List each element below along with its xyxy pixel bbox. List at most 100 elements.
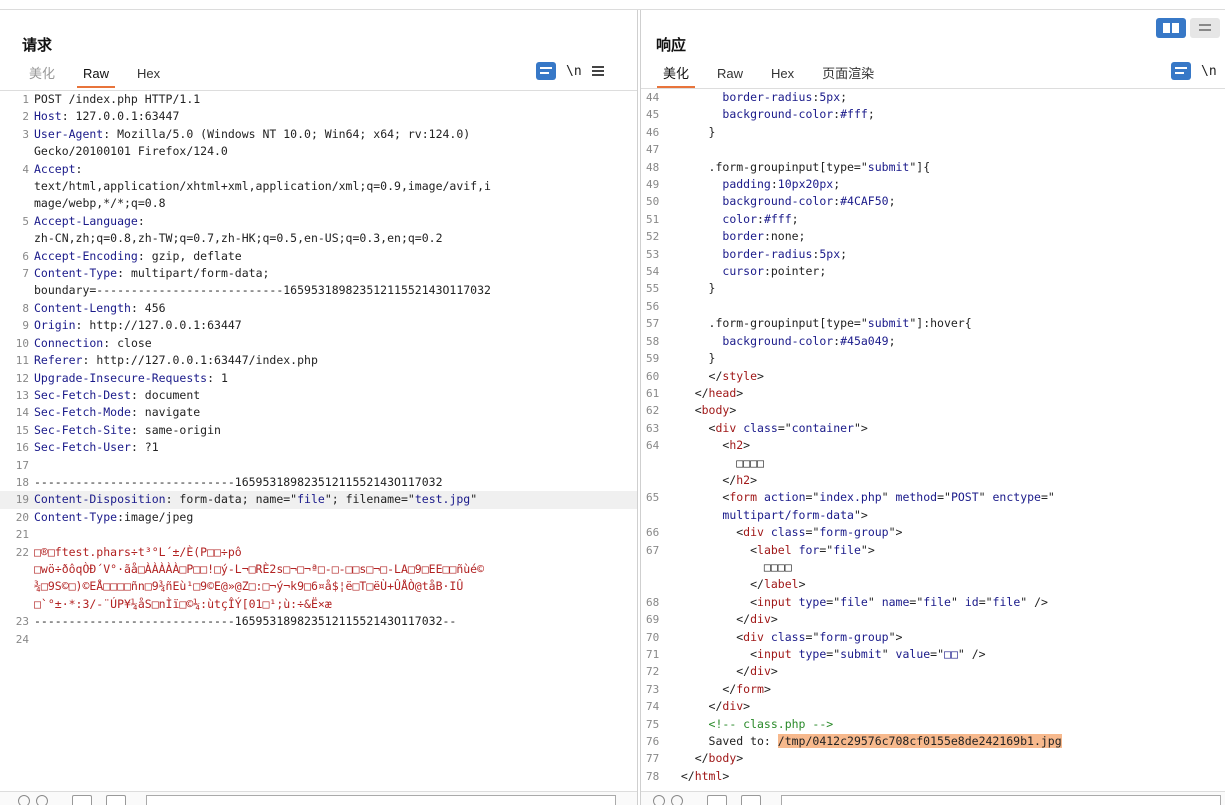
code-token: :image/jpeg: [117, 509, 194, 524]
code-token: □□□□: [667, 455, 764, 470]
code-line: 61 </head>: [641, 385, 1225, 402]
line-number: [641, 472, 667, 489]
top-strip: [0, 0, 1225, 10]
code-line: 71 <input type="submit" value="□□" />: [641, 646, 1225, 663]
line-code: Content-Type:image/jpeg: [34, 509, 193, 526]
code-line: 45 background-color:#fff;: [641, 106, 1225, 123]
show-newlines-button[interactable]: \n: [566, 64, 582, 79]
code-line: □wö÷ðôqÒÐ´V°·ãå□ÀÀÀÀÀ□P□□!□ý-L¬□RÈ2s□¬□¬…: [0, 561, 637, 578]
code-token: form: [729, 490, 758, 505]
line-code: <body>: [667, 402, 737, 419]
side-by-side-layout-icon[interactable]: [1156, 18, 1186, 38]
code-token: ">: [853, 507, 868, 522]
line-code: Accept-Encoding: gzip, deflate: [34, 248, 242, 265]
code-token: }: [667, 281, 716, 296]
code-line: zh-CN,zh;q=0.8,zh-TW;q=0.7,zh-HK;q=0.5,e…: [0, 230, 637, 247]
code-token: h2: [729, 438, 744, 453]
line-code: <form action="index.php" method="POST" e…: [667, 489, 1054, 506]
code-token: ;: [867, 107, 875, 122]
line-number: [641, 576, 667, 593]
response-tab-raw[interactable]: Raw: [703, 66, 757, 88]
code-token: submit: [867, 159, 910, 174]
show-newlines-button[interactable]: \n: [1201, 64, 1217, 79]
code-token: background-color: [722, 107, 834, 122]
code-line: 16 Sec-Fetch-User: ?1: [0, 439, 637, 456]
line-code: Sec-Fetch-Mode: navigate: [34, 404, 200, 421]
line-number: [641, 559, 667, 576]
settings-icon[interactable]: [36, 795, 48, 805]
response-search-input[interactable]: [781, 795, 1221, 805]
code-token: <: [667, 420, 716, 435]
code-token: .form-groupinput[type=": [667, 316, 868, 331]
code-token: <!-- class.php -->: [708, 716, 834, 731]
line-code: }: [667, 280, 716, 297]
code-token: file: [833, 542, 861, 557]
code-token: Content-Type: [34, 266, 118, 281]
help-icon[interactable]: [653, 795, 665, 805]
next-button[interactable]: [106, 795, 126, 805]
line-number: 53: [646, 247, 660, 261]
code-token: >: [743, 699, 751, 714]
code-token: : multipart/form-data;: [117, 266, 270, 281]
response-tab-pretty[interactable]: 美化: [649, 66, 703, 88]
line-number: 1: [22, 93, 29, 106]
previous-button[interactable]: [72, 795, 92, 805]
line-code: <div class="form-group">: [667, 629, 902, 646]
code-token: head: [708, 385, 737, 400]
code-line: 10 Connection: close: [0, 335, 637, 352]
code-token: Sec-Fetch-Site: [34, 422, 131, 437]
code-token: <: [667, 542, 758, 557]
code-line: 12 Upgrade-Insecure-Requests: 1: [0, 370, 637, 387]
line-code: □`°±·*:3/-¨ÚP¥¼åS□nÌï□©¼:ùtçÎÝ[01□¹;ù:÷&…: [34, 596, 332, 613]
next-button[interactable]: [741, 795, 761, 805]
code-token: body: [708, 751, 737, 766]
line-number: 73: [646, 682, 660, 696]
code-token: input: [757, 594, 792, 609]
code-line: 50 background-color:#4CAF50;: [641, 193, 1225, 210]
line-number: [0, 230, 34, 247]
code-token: multipart/form-data: [722, 507, 854, 522]
code-token: submit: [840, 647, 882, 661]
code-line: 24: [0, 631, 637, 648]
menu-icon[interactable]: [591, 66, 604, 76]
line-number: 64: [646, 439, 660, 453]
request-tab-hex[interactable]: Hex: [123, 66, 174, 88]
code-token: >: [763, 681, 771, 696]
line-code: Content-Length: 456: [34, 300, 166, 317]
code-token: div: [743, 629, 764, 644]
code-token: ¾□9S©□)©EÅ□□□□ñn□9¾ñEù¹□9©E@»@Z□:□¬ý¬k9□…: [34, 579, 464, 594]
line-number: 3: [22, 127, 29, 141]
code-token: <: [667, 594, 758, 609]
wrap-lines-icon[interactable]: [536, 62, 556, 80]
request-tab-raw[interactable]: Raw: [69, 66, 123, 88]
previous-button[interactable]: [707, 795, 727, 805]
response-tab-hex[interactable]: Hex: [757, 66, 808, 88]
line-number: 56: [646, 299, 660, 313]
line-code: <h2>: [667, 437, 750, 454]
code-token: ;: [833, 177, 841, 192]
help-icon[interactable]: [18, 795, 30, 805]
line-number: 11: [15, 354, 29, 368]
code-line: 18 -----------------------------165953189…: [0, 474, 637, 491]
response-editor[interactable]: 44 border-radius:5px; 45 background-color…: [641, 88, 1225, 791]
settings-icon[interactable]: [671, 795, 683, 805]
line-code: }: [667, 124, 716, 141]
line-code: border-radius:5px;: [667, 89, 847, 106]
code-token: border: [722, 229, 764, 244]
request-tab-pretty[interactable]: 美化: [15, 66, 69, 88]
line-number: 22: [15, 545, 29, 559]
request-editor[interactable]: 1 POST /index.php HTTP/1.1 2 Host: 127.0.0.…: [0, 90, 637, 791]
response-tab-render[interactable]: 页面渲染: [808, 66, 888, 88]
line-code: □□□□: [667, 559, 792, 576]
code-line: 72 </div>: [641, 663, 1225, 680]
stacked-layout-icon[interactable]: [1190, 18, 1220, 38]
line-number: 17: [15, 458, 29, 472]
code-token: : http://127.0.0.1:63447/index.php: [82, 353, 318, 368]
code-token: form: [736, 681, 764, 696]
wrap-lines-icon[interactable]: [1171, 62, 1191, 80]
request-search-input[interactable]: [146, 795, 616, 805]
line-number: 55: [646, 282, 660, 296]
